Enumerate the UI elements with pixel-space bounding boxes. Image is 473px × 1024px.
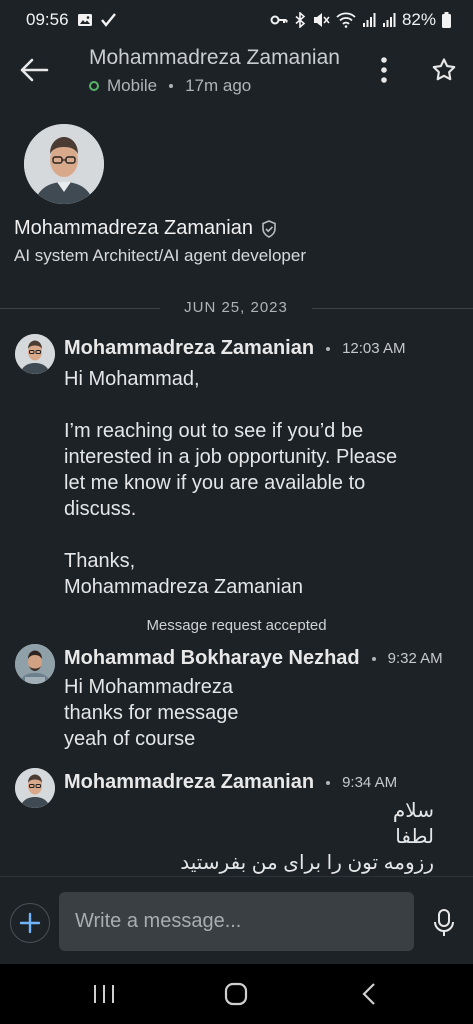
date-label: JUN 25, 2023 (184, 299, 288, 316)
wifi-icon (336, 12, 356, 28)
message-line (64, 522, 449, 548)
back-nav-button[interactable] (356, 982, 384, 1006)
person-portrait-icon (15, 644, 55, 684)
more-options-button[interactable] (372, 54, 396, 86)
profile-avatar[interactable] (24, 124, 104, 204)
separator-dot (326, 346, 331, 351)
home-icon (224, 982, 248, 1006)
person-portrait-icon (15, 768, 55, 808)
message-line: thanks for message (64, 702, 239, 724)
message-sender[interactable]: Mohammadreza Zamanian 12:03 AM (64, 337, 405, 360)
message-time: 12:03 AM (342, 340, 406, 357)
status-time: 09:56 (26, 10, 69, 29)
sender-avatar[interactable] (15, 644, 55, 684)
message-input[interactable] (59, 892, 414, 951)
message-body: سلام لطفا رزومه تون را برای من بفرستید (64, 798, 434, 874)
recent-apps-button[interactable] (90, 982, 118, 1006)
message-line: سلام (392, 800, 434, 822)
message-request-accepted-note: Message request accepted (146, 617, 327, 634)
separator-dot (371, 656, 376, 661)
online-status-icon (89, 81, 99, 91)
microphone-icon (434, 909, 454, 936)
sender-name: Mohammad Bokharaye Nezhad (64, 647, 360, 669)
sender-avatar[interactable] (15, 768, 55, 808)
signal-icon (362, 13, 376, 27)
person-portrait-icon (15, 334, 55, 374)
arrow-left-icon (20, 58, 49, 82)
message-line: let me know if you are available to (64, 472, 366, 494)
sender-name: Mohammadreza Zamanian (64, 771, 315, 793)
back-button[interactable] (18, 54, 50, 86)
message-line: Hi Mohammad, (64, 368, 200, 390)
plus-icon (19, 912, 41, 934)
chevron-left-icon (362, 983, 375, 1005)
recent-apps-icon (94, 985, 114, 1003)
conversation-header: Mohammadreza Zamanian Mobile 17m ago (0, 40, 473, 106)
verified-shield-icon (262, 219, 276, 238)
signal-icon (382, 13, 396, 27)
message-body: Hi Mohammad, I’m reaching out to see if … (64, 366, 449, 600)
image-icon (77, 12, 93, 28)
divider-line (0, 308, 160, 309)
home-button[interactable] (222, 982, 250, 1006)
separator-dot (169, 84, 174, 88)
separator-dot (326, 780, 331, 785)
person-portrait-icon (24, 124, 104, 204)
divider-line (312, 308, 473, 309)
message-line: interested in a job opportunity. Please (64, 446, 398, 468)
message-time: 9:32 AM (387, 650, 443, 667)
key-icon (270, 14, 288, 26)
message-sender[interactable]: Mohammadreza Zamanian 9:34 AM (64, 771, 397, 794)
profile-name-text: Mohammadreza Zamanian (14, 217, 253, 239)
last-seen: 17m ago (185, 76, 252, 95)
message-line: yeah of course (64, 728, 196, 750)
status-bar: 09:56 82% (0, 0, 473, 40)
profile-name[interactable]: Mohammadreza Zamanian (14, 217, 279, 240)
message-line: Thanks, (64, 550, 136, 572)
presence-status: Mobile 17m ago (89, 76, 251, 96)
presence-label: Mobile (107, 76, 158, 95)
sender-name: Mohammadreza Zamanian (64, 337, 315, 359)
system-navigation-bar (0, 964, 473, 1024)
mute-icon (312, 12, 330, 28)
check-icon (100, 13, 117, 27)
message-line: رزومه تون را برای من بفرستید (180, 852, 434, 874)
message-line: Mohammadreza Zamanian (64, 576, 303, 598)
message-line (64, 392, 449, 418)
voice-message-button[interactable] (432, 907, 456, 939)
add-attachment-button[interactable] (10, 903, 50, 943)
message-line: I’m reaching out to see if you’d be (64, 420, 364, 442)
message-line: لطفا (395, 826, 434, 848)
message-body: Hi Mohammadreza thanks for message yeah … (64, 674, 449, 752)
star-icon (432, 58, 456, 81)
star-conversation-button[interactable] (430, 56, 458, 84)
message-sender[interactable]: Mohammad Bokharaye Nezhad 9:32 AM (64, 647, 443, 670)
message-composer (0, 876, 473, 964)
bluetooth-icon (294, 12, 306, 28)
message-time: 9:34 AM (342, 774, 398, 791)
sender-avatar[interactable] (15, 334, 55, 374)
message-line: discuss. (64, 498, 137, 520)
battery-percent: 82% (401, 10, 436, 29)
more-vertical-icon (381, 57, 387, 83)
conversation-title[interactable]: Mohammadreza Zamanian (89, 46, 340, 70)
message-line: Hi Mohammadreza (64, 676, 233, 698)
date-divider: JUN 25, 2023 (0, 298, 473, 320)
battery-icon (442, 12, 451, 28)
profile-headline: AI system Architect/AI agent developer (14, 246, 306, 265)
